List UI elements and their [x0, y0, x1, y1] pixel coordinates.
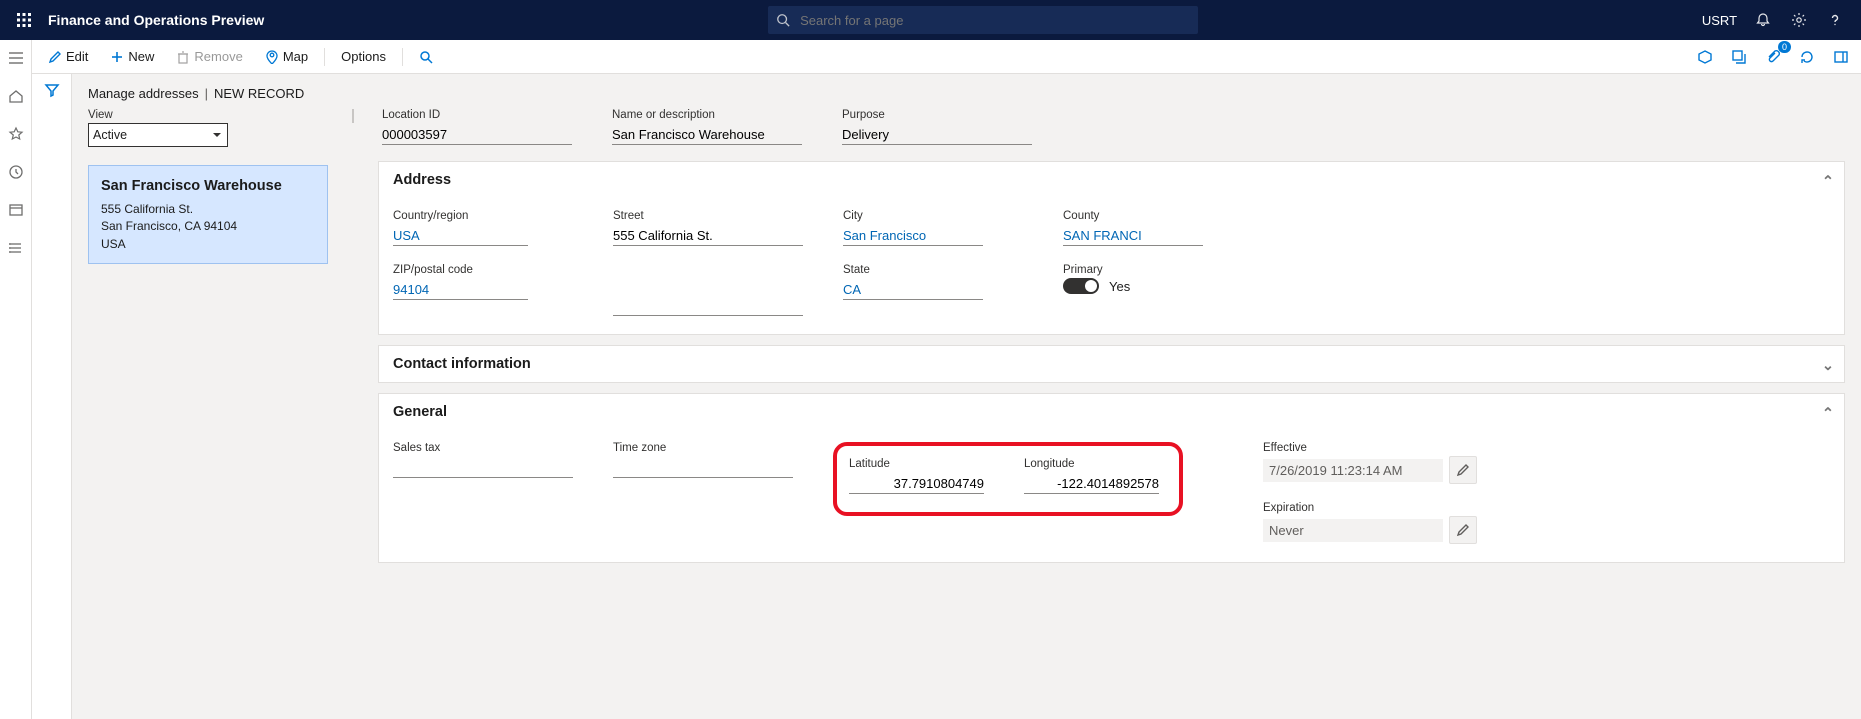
- card-line: USA: [101, 236, 315, 253]
- app-launcher-icon[interactable]: [8, 4, 40, 36]
- edit-expiration-button[interactable]: [1449, 516, 1477, 544]
- options-button[interactable]: Options: [333, 45, 394, 68]
- card-line: San Francisco, CA 94104: [101, 218, 315, 235]
- global-search-input[interactable]: [798, 12, 1190, 29]
- primary-label: Primary: [1063, 264, 1243, 276]
- action-pane: Edit New Remove Map Options: [32, 40, 1861, 74]
- zip-label: ZIP/postal code: [393, 264, 573, 276]
- name-field[interactable]: [612, 123, 802, 145]
- related-info-icon[interactable]: [1693, 45, 1717, 69]
- timezone-field[interactable]: [613, 456, 793, 478]
- purpose-field[interactable]: [842, 123, 1032, 145]
- general-section-header[interactable]: General⌃: [379, 394, 1844, 430]
- country-field[interactable]: [393, 224, 528, 246]
- street-field[interactable]: [613, 224, 803, 246]
- card-name: San Francisco Warehouse: [101, 176, 315, 197]
- global-topbar: Finance and Operations Preview USRT: [0, 0, 1861, 40]
- global-search[interactable]: [768, 6, 1198, 34]
- primary-text: Yes: [1109, 279, 1130, 294]
- street-label: Street: [613, 210, 803, 222]
- longitude-field[interactable]: [1024, 472, 1159, 494]
- remove-button: Remove: [168, 45, 250, 68]
- settings-icon[interactable]: [1781, 0, 1817, 40]
- county-field[interactable]: [1063, 224, 1203, 246]
- street2-field[interactable]: [613, 294, 803, 316]
- zip-field[interactable]: [393, 278, 528, 300]
- edit-button[interactable]: Edit: [40, 45, 96, 68]
- open-new-window-icon[interactable]: [1727, 45, 1751, 69]
- latitude-field[interactable]: [849, 472, 984, 494]
- options-label: Options: [341, 49, 386, 64]
- view-select[interactable]: Active: [88, 123, 228, 147]
- filter-icon[interactable]: [44, 82, 60, 719]
- nav-modules-icon[interactable]: [6, 238, 26, 258]
- city-field[interactable]: [843, 224, 983, 246]
- state-field[interactable]: [843, 278, 983, 300]
- salestax-field[interactable]: [393, 456, 573, 478]
- nav-home-icon[interactable]: [6, 86, 26, 106]
- refresh-icon[interactable]: [1795, 45, 1819, 69]
- chevron-down-icon: ⌄: [1822, 358, 1834, 374]
- general-section: General⌃ Sales tax Time zone Latitude: [378, 393, 1845, 563]
- purpose-label: Purpose: [842, 109, 1032, 121]
- longitude-label: Longitude: [1024, 458, 1159, 470]
- help-icon[interactable]: [1817, 0, 1853, 40]
- breadcrumb-current: NEW RECORD: [214, 86, 304, 101]
- detail-panel: Location ID Name or description Purpose …: [378, 109, 1845, 573]
- nav-rail: [0, 40, 32, 719]
- page-search-button[interactable]: [411, 46, 441, 68]
- app-title: Finance and Operations Preview: [48, 12, 264, 28]
- county-label: County: [1063, 210, 1243, 222]
- expiration-field: [1263, 519, 1443, 542]
- chevron-up-icon: ⌃: [1822, 406, 1834, 422]
- breadcrumb: Manage addresses | NEW RECORD: [88, 86, 1845, 101]
- salestax-label: Sales tax: [393, 442, 573, 454]
- attachments-button[interactable]: [1761, 45, 1785, 69]
- address-card-selected[interactable]: San Francisco Warehouse 555 California S…: [88, 165, 328, 264]
- contact-section: Contact information⌄: [378, 345, 1845, 383]
- nav-favorite-icon[interactable]: [6, 124, 26, 144]
- nav-hamburger-icon[interactable]: [6, 48, 26, 68]
- city-label: City: [843, 210, 1023, 222]
- state-label: State: [843, 264, 1023, 276]
- card-line: 555 California St.: [101, 201, 315, 218]
- location-id-label: Location ID: [382, 109, 572, 121]
- location-id-field[interactable]: [382, 123, 572, 145]
- list-panel: View Active San Francisco Warehouse 555 …: [88, 109, 328, 264]
- company-picker[interactable]: USRT: [1702, 13, 1737, 28]
- nav-recent-icon[interactable]: [6, 162, 26, 182]
- address-section: Address⌃ Country/region ZIP/postal code …: [378, 161, 1845, 335]
- latlon-highlight: Latitude Longitude: [833, 442, 1183, 516]
- country-label: Country/region: [393, 210, 573, 222]
- notifications-icon[interactable]: [1745, 0, 1781, 40]
- new-button[interactable]: New: [102, 45, 162, 68]
- expiration-label: Expiration: [1263, 502, 1477, 514]
- map-button[interactable]: Map: [257, 45, 316, 68]
- effective-field: [1263, 459, 1443, 482]
- name-label: Name or description: [612, 109, 802, 121]
- breadcrumb-root[interactable]: Manage addresses: [88, 86, 199, 101]
- primary-toggle[interactable]: [1063, 278, 1099, 294]
- address-section-header[interactable]: Address⌃: [379, 162, 1844, 198]
- edit-effective-button[interactable]: [1449, 456, 1477, 484]
- close-panel-icon[interactable]: [1829, 45, 1853, 69]
- contact-section-header[interactable]: Contact information⌄: [379, 346, 1844, 382]
- chevron-up-icon: ⌃: [1822, 174, 1834, 190]
- latitude-label: Latitude: [849, 458, 984, 470]
- splitter[interactable]: [348, 109, 358, 123]
- filter-column: [32, 74, 72, 719]
- remove-label: Remove: [194, 49, 242, 64]
- view-label: View: [88, 109, 328, 121]
- new-label: New: [128, 49, 154, 64]
- edit-label: Edit: [66, 49, 88, 64]
- map-label: Map: [283, 49, 308, 64]
- effective-label: Effective: [1263, 442, 1477, 454]
- breadcrumb-sep: |: [205, 86, 208, 101]
- nav-workspaces-icon[interactable]: [6, 200, 26, 220]
- timezone-label: Time zone: [613, 442, 793, 454]
